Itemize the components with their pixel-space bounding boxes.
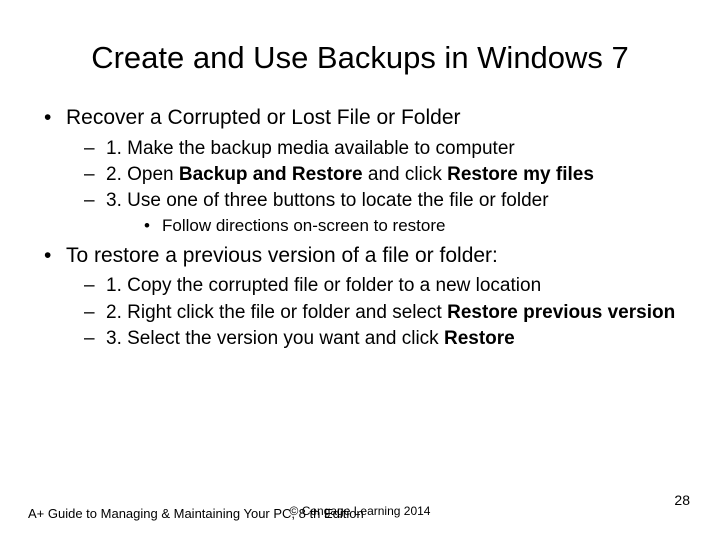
bold-restore-previous-version: Restore previous version — [447, 302, 675, 323]
bullet-restore-previous: To restore a previous version of a file … — [40, 243, 690, 350]
slide: Create and Use Backups in Windows 7 Reco… — [0, 0, 720, 540]
footer-copyright: © Cengage Learning 2014 — [0, 504, 720, 518]
page-number: 28 — [674, 492, 690, 508]
sub-step-1b: 1. Copy the corrupted file or folder to … — [66, 274, 690, 297]
sub-step-1: 1. Make the backup media available to co… — [66, 137, 690, 160]
sub-sub-follow: Follow directions on-screen to restore — [106, 216, 690, 237]
bullet-text: To restore a previous version of a file … — [66, 244, 498, 267]
slide-body: Recover a Corrupted or Lost File or Fold… — [40, 105, 690, 354]
sub-step-2b: 2. Right click the file or folder and se… — [66, 301, 690, 324]
sub-step-3: 3. Use one of three buttons to locate th… — [66, 189, 690, 237]
bold-restore: Restore — [444, 328, 515, 349]
bold-restore-my-files: Restore my files — [447, 164, 594, 185]
bullet-text: Recover a Corrupted or Lost File or Fold… — [66, 106, 461, 129]
bullet-recover: Recover a Corrupted or Lost File or Fold… — [40, 105, 690, 237]
sub-step-2: 2. Open Backup and Restore and click Res… — [66, 163, 690, 186]
sub-step-3b: 3. Select the version you want and click… — [66, 327, 690, 350]
slide-title: Create and Use Backups in Windows 7 — [0, 40, 720, 76]
bold-backup-restore: Backup and Restore — [179, 164, 363, 185]
